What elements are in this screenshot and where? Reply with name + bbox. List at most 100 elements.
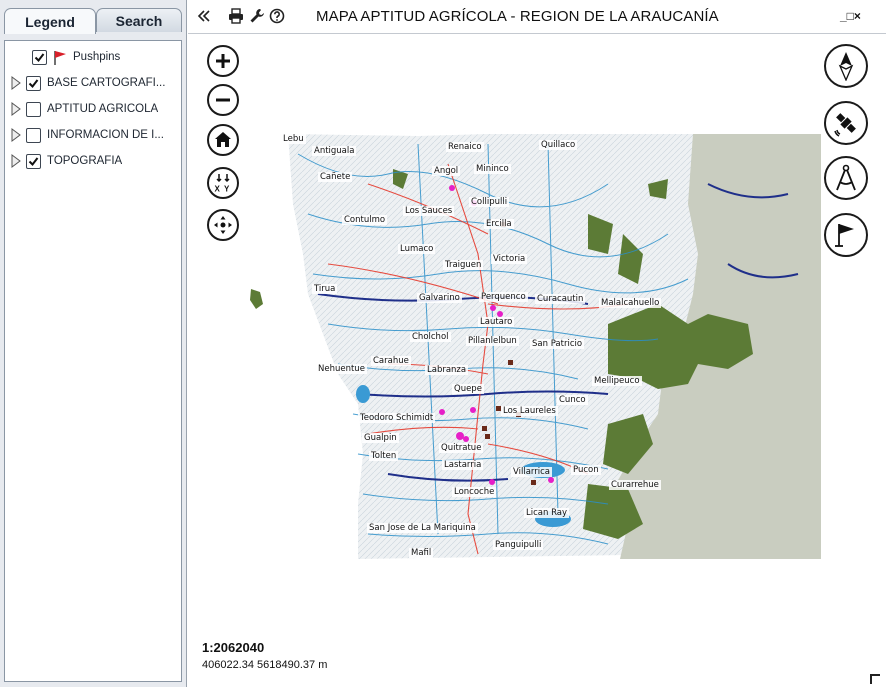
place-label: Galvarino <box>417 293 462 303</box>
place-label: Ercilla <box>484 219 514 229</box>
panel-tabs: Legend Search <box>0 0 187 34</box>
expand-arrow-icon[interactable] <box>11 76 21 90</box>
place-label: San Jose de La Mariquina <box>367 523 478 533</box>
north-arrow-button[interactable] <box>824 44 868 88</box>
tab-legend[interactable]: Legend <box>4 8 96 34</box>
collapse-panel-icon[interactable] <box>196 8 212 24</box>
layer-label: Pushpins <box>73 51 121 63</box>
forest-patch <box>250 289 263 309</box>
pushpin <box>490 305 496 311</box>
coordinate-readout: 406022.34 5618490.37 m <box>202 659 328 671</box>
place-label: Angol <box>432 166 461 176</box>
marker <box>531 480 536 485</box>
place-label: Mellipeuco <box>592 376 642 386</box>
place-label: Perquenco <box>479 292 528 302</box>
place-label: Los Laureles <box>501 406 558 416</box>
place-label: Teodoro Schimidt <box>358 413 436 423</box>
pushpin <box>489 479 495 485</box>
layer-label: APTITUD AGRÍCOLA <box>47 103 159 115</box>
title-bar: MAPA APTITUD AGRÍCOLA - REGION DE LA ARA… <box>188 0 886 34</box>
svg-text:Y: Y <box>224 185 230 194</box>
minus-icon <box>216 98 230 102</box>
layer-item-base-cartografica[interactable]: BASE CARTOGRÁFI... <box>5 72 165 94</box>
place-label: Victoria <box>491 254 528 264</box>
place-label: Curacautin <box>535 294 586 304</box>
place-label: Quitratue <box>439 443 484 453</box>
place-label: Loncoche <box>452 487 497 497</box>
svg-text:X: X <box>215 185 221 194</box>
home-button[interactable] <box>207 124 239 156</box>
resize-grip-icon[interactable] <box>870 674 880 684</box>
legend-tree: Pushpins BASE CARTOGRÁFI... APTITUD AGRÍ… <box>4 40 182 682</box>
place-label: Gualpin <box>362 433 399 443</box>
help-icon[interactable] <box>269 8 285 24</box>
place-label: Cañete <box>318 172 353 182</box>
layer-checkbox[interactable] <box>26 75 41 91</box>
lake <box>356 385 370 403</box>
place-label: Quillaco <box>539 140 578 150</box>
place-label: Cunco <box>557 395 588 405</box>
marker <box>485 434 490 439</box>
place-label: Malalcahuello <box>599 298 662 308</box>
layer-checkbox[interactable] <box>26 101 41 117</box>
pushpin <box>449 185 455 191</box>
place-label: Cholchol <box>410 332 451 342</box>
place-label: Quepe <box>452 384 484 394</box>
expand-arrow-icon[interactable] <box>11 154 21 168</box>
place-label: Pillanlelbun <box>466 336 519 346</box>
left-panel: Legend Search Pushpins BASE CARTOGRÁFI..… <box>0 0 187 687</box>
place-label: Antiguala <box>312 146 357 156</box>
pushpin <box>439 409 445 415</box>
layer-label: TOPOGRAFÍA <box>47 155 123 167</box>
measure-button[interactable] <box>824 156 868 200</box>
layer-label: INFORMACIÓN DE I... <box>47 129 164 141</box>
layer-checkbox[interactable] <box>26 153 41 169</box>
layer-item-pushpins[interactable]: Pushpins <box>5 46 120 68</box>
place-label: Nehuentue <box>316 364 367 374</box>
layer-checkbox[interactable] <box>26 127 41 143</box>
place-label: Los Sauces <box>403 206 455 216</box>
compass-needle-icon <box>838 52 854 81</box>
window-controls[interactable]: _□× <box>840 9 861 23</box>
place-label: Lautaro <box>478 317 515 327</box>
place-label: Mininco <box>474 164 511 174</box>
pushpin <box>456 432 464 440</box>
tab-search[interactable]: Search <box>96 8 182 32</box>
place-label: Panguipulli <box>493 540 544 550</box>
place-label: Lican Ray <box>524 508 570 518</box>
expand-arrow-icon[interactable] <box>11 128 21 142</box>
expand-arrow-icon[interactable] <box>11 102 21 116</box>
marker <box>482 426 487 431</box>
add-pushpin-button[interactable] <box>824 213 868 257</box>
gps-button[interactable] <box>824 101 868 145</box>
layer-item-aptitud-agricola[interactable]: APTITUD AGRÍCOLA <box>5 98 158 120</box>
zoom-out-button[interactable] <box>207 84 239 116</box>
layer-item-topografia[interactable]: TOPOGRAFÍA <box>5 150 122 172</box>
place-label: Curarrehue <box>609 480 661 490</box>
pushpin <box>548 477 554 483</box>
coordinate-button[interactable]: XY <box>207 167 239 199</box>
pan-button[interactable] <box>207 209 239 241</box>
place-label: Tolten <box>369 451 399 461</box>
xy-arrows-icon: XY <box>215 174 230 194</box>
layer-item-informacion[interactable]: INFORMACIÓN DE I... <box>5 124 164 146</box>
map-view[interactable]: Lebu Antiguala Renaico Quillaco Angol Mi… <box>188 34 886 687</box>
home-icon <box>215 132 231 147</box>
place-label: Labranza <box>425 365 469 375</box>
place-label: Renaico <box>446 142 484 152</box>
place-label: Contulmo <box>342 215 388 225</box>
layer-checkbox[interactable] <box>32 49 47 65</box>
place-label: Tirua <box>312 284 338 294</box>
flag-icon <box>835 224 854 247</box>
drafting-compass-icon <box>836 164 856 191</box>
place-label: Lebu <box>281 134 306 144</box>
map-canvas[interactable] <box>188 34 886 687</box>
map-title: MAPA APTITUD AGRÍCOLA - REGION DE LA ARA… <box>316 8 719 25</box>
marker <box>508 360 513 365</box>
place-label: Villarrica <box>511 467 553 477</box>
pushpin <box>470 407 476 413</box>
print-icon[interactable] <box>228 8 244 24</box>
zoom-in-button[interactable] <box>207 45 239 77</box>
place-label: Collipulli <box>469 197 510 207</box>
wrench-icon[interactable] <box>249 8 265 24</box>
